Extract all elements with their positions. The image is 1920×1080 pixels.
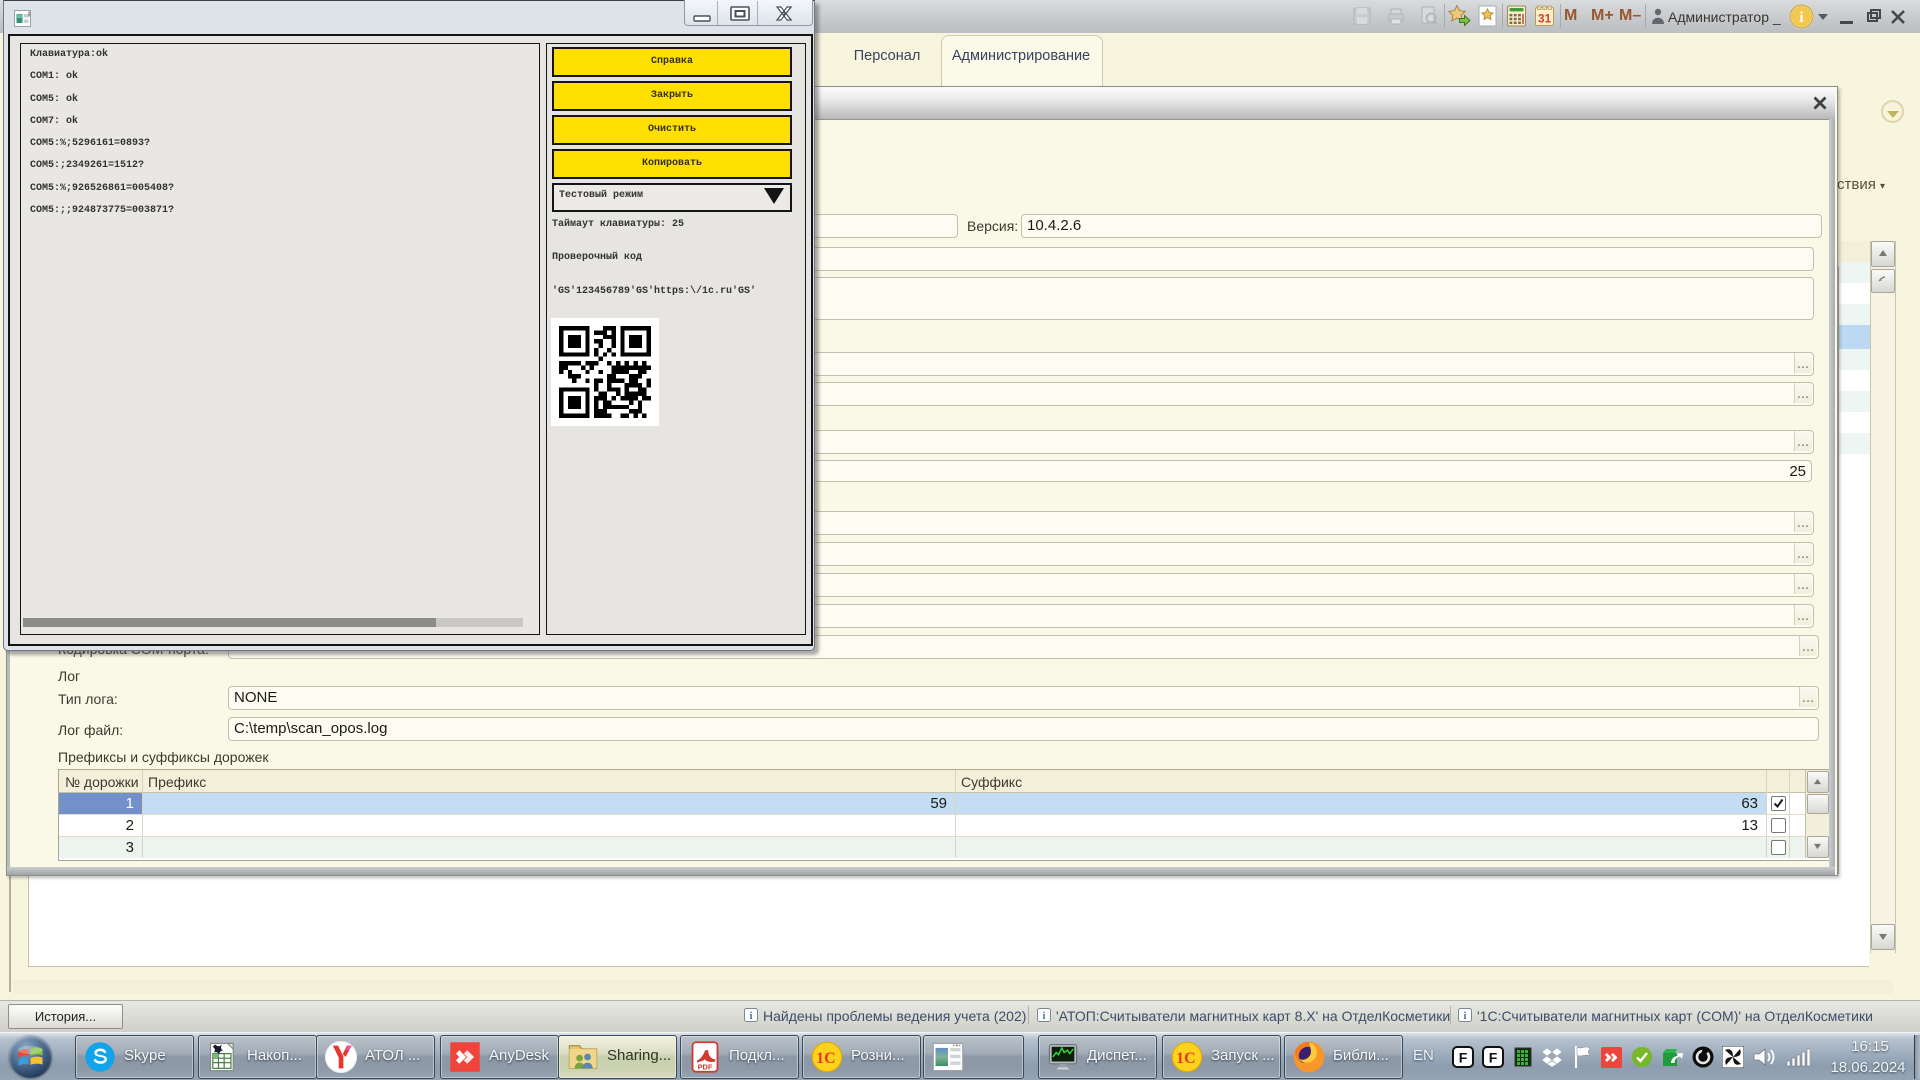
svg-text:i: i <box>750 1011 753 1022</box>
svg-text:31: 31 <box>1538 12 1552 26</box>
svg-text:1С: 1С <box>1176 1050 1195 1067</box>
svg-text:i: i <box>1043 1011 1046 1022</box>
svg-text:F: F <box>1459 1050 1468 1066</box>
svg-text:1С: 1С <box>816 1050 835 1067</box>
svg-text:PDF: PDF <box>698 1062 713 1071</box>
svg-text:i: i <box>1464 1011 1467 1022</box>
svg-text:F: F <box>1489 1050 1498 1066</box>
svg-text:i: i <box>1799 10 1803 26</box>
